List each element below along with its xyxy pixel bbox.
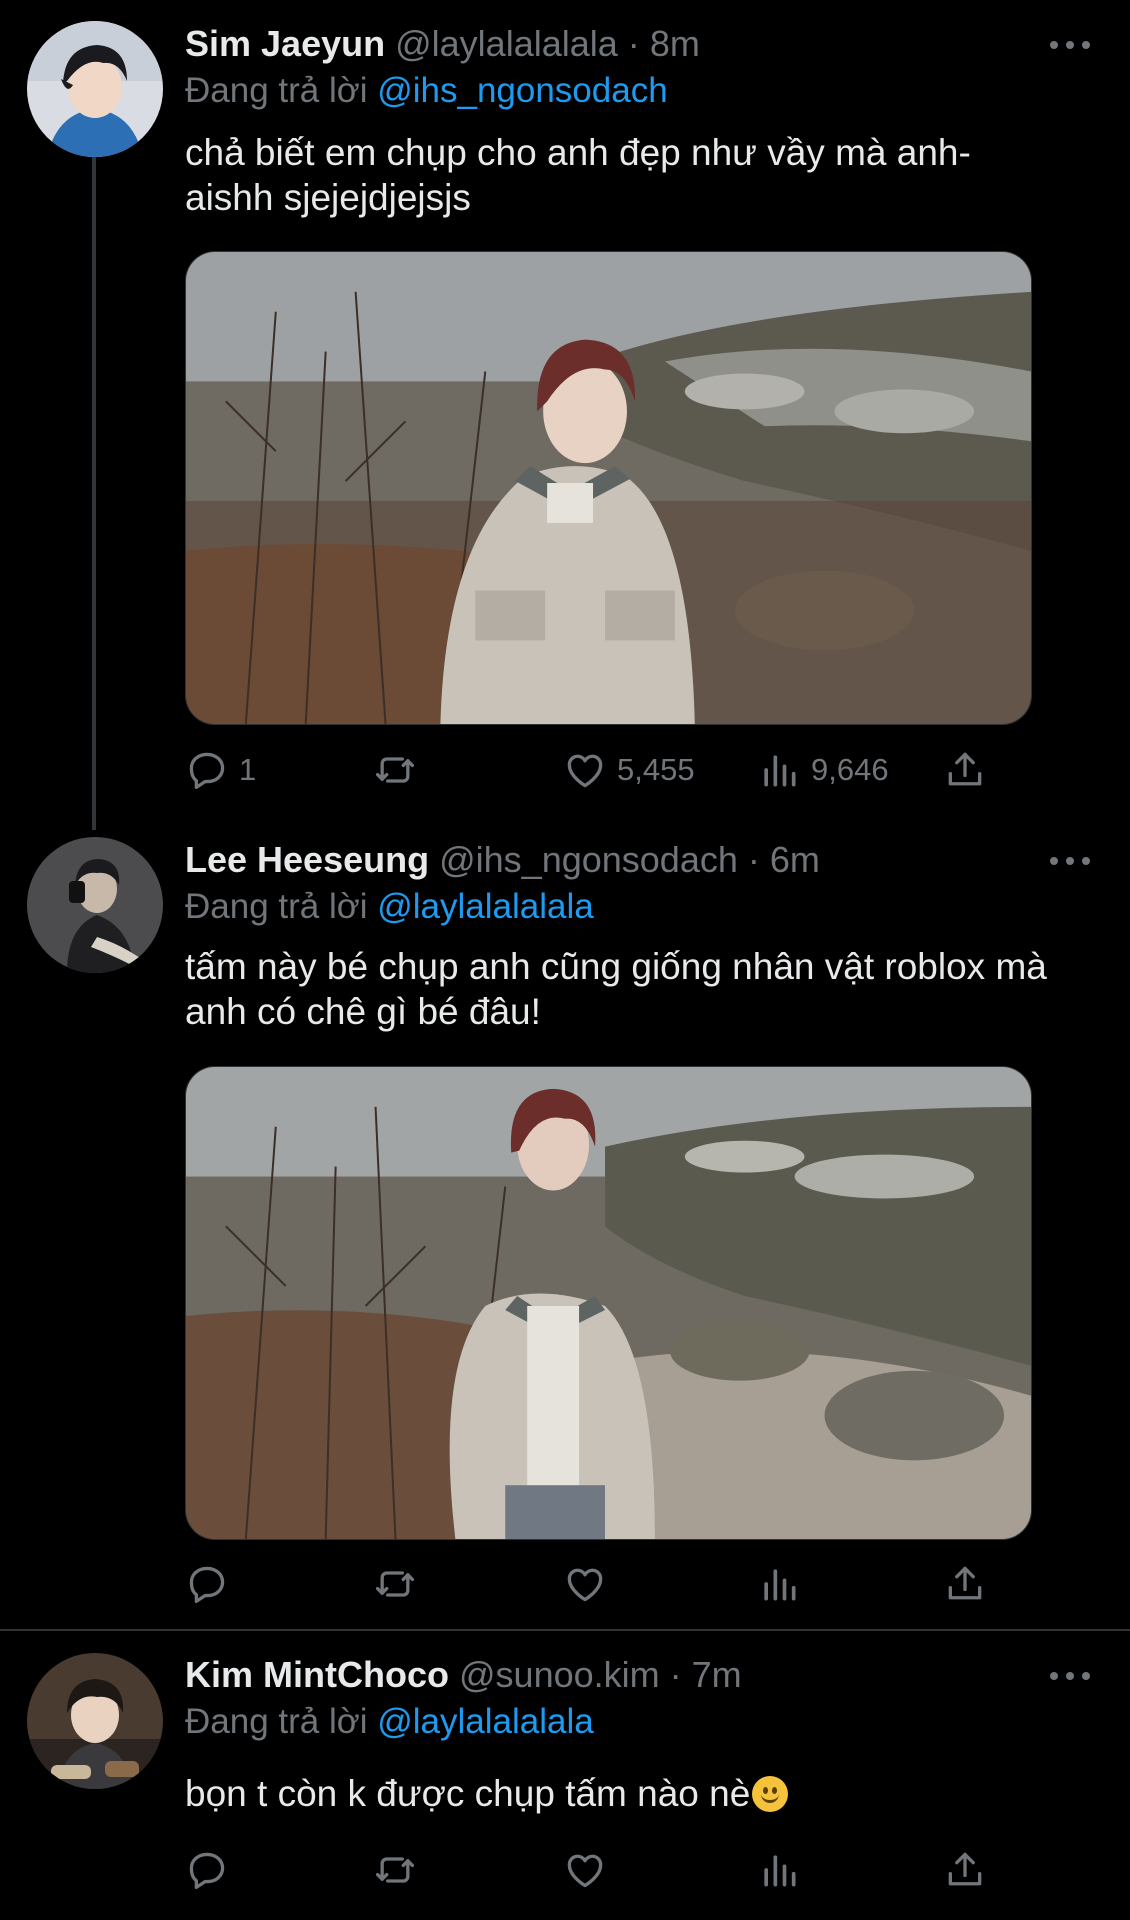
separator-dot: · [669, 1654, 682, 1695]
retweet-icon [375, 1571, 415, 1597]
avatar[interactable] [27, 837, 163, 973]
tweet-text-line: bọn t còn k được chụp tấm nào nè [185, 1773, 751, 1814]
reply-button[interactable] [185, 1559, 239, 1609]
reply-button[interactable] [185, 1845, 239, 1895]
avatar[interactable] [27, 21, 163, 157]
views-count: 9,646 [811, 752, 889, 787]
reply-context: Đang trả lời @laylalalalala [185, 1699, 594, 1745]
separator-dot: · [747, 839, 760, 880]
tweet-text-line: anh có chê gì bé đâu! [185, 991, 541, 1032]
timestamp[interactable]: 6m [770, 839, 820, 880]
reply-button[interactable]: 1 [185, 745, 256, 795]
reply-prefix: Đang trả lời [185, 71, 368, 110]
more-icon[interactable] [1050, 1664, 1090, 1688]
like-button[interactable] [563, 1559, 617, 1609]
share-icon [948, 1852, 982, 1886]
more-icon[interactable] [1050, 33, 1090, 57]
share-button[interactable] [943, 1559, 987, 1609]
retweet-icon [375, 757, 415, 783]
retweet-button[interactable] [373, 1845, 427, 1895]
reply-mention-link[interactable]: @laylalalalala [377, 1702, 593, 1741]
tweet-actions: 1 5,455 9,646 [185, 745, 985, 795]
reply-icon [189, 1566, 225, 1604]
timestamp[interactable]: 7m [692, 1654, 742, 1695]
views-button[interactable]: 9,646 [757, 745, 889, 795]
tweet-photo[interactable] [185, 1066, 1032, 1540]
share-button[interactable] [943, 745, 987, 795]
tweet[interactable]: Sim Jaeyun @laylalalalala · 8m Đang trả … [0, 0, 1130, 815]
reply-prefix: Đang trả lời [185, 1702, 368, 1741]
tweet-text-line: tấm này bé chụp anh cũng giống nhân vật … [185, 946, 1047, 987]
reply-mention-link[interactable]: @laylalalalala [377, 887, 593, 926]
views-button[interactable] [757, 1845, 811, 1895]
tweet-text-line: aishh sjejejdjejsjs [185, 177, 471, 218]
share-icon [948, 1566, 982, 1600]
share-button[interactable] [943, 1845, 987, 1895]
reply-icon [189, 1852, 225, 1890]
display-name[interactable]: Sim Jaeyun [185, 23, 385, 64]
user-handle[interactable]: @ihs_ngonsodach [439, 839, 738, 880]
views-icon [764, 755, 796, 787]
retweet-icon [375, 1857, 415, 1883]
user-handle[interactable]: @laylalalalala [395, 23, 618, 64]
views-icon [764, 1569, 796, 1601]
tweet-header: Lee Heeseung @ihs_ngonsodach · 6m [185, 838, 820, 882]
tweet-header: Kim MintChoco @sunoo.kim · 7m [185, 1653, 742, 1697]
reply-context: Đang trả lời @ihs_ngonsodach [185, 68, 668, 114]
views-button[interactable] [757, 1559, 811, 1609]
tweet-thread: Sim Jaeyun @laylalalalala · 8m Đang trả … [0, 0, 1130, 1920]
tweet-header: Sim Jaeyun @laylalalalala · 8m [185, 22, 700, 66]
separator-dot: · [627, 23, 640, 64]
slightly-smiling-face-icon [752, 1776, 789, 1812]
like-icon [567, 754, 603, 788]
user-handle[interactable]: @sunoo.kim [459, 1654, 660, 1695]
like-count: 5,455 [617, 752, 695, 787]
tweet-text: chả biết em chụp cho anh đẹp như vầy mà … [185, 130, 1105, 220]
retweet-button[interactable] [373, 1559, 427, 1609]
tweet-text-line: chả biết em chụp cho anh đẹp như vầy mà … [185, 132, 971, 173]
reply-prefix: Đang trả lời [185, 887, 368, 926]
tweet-actions [185, 1559, 985, 1609]
more-icon[interactable] [1050, 849, 1090, 873]
tweet[interactable]: Kim MintChoco @sunoo.kim · 7m Đang trả l… [0, 1631, 1130, 1920]
share-icon [948, 752, 982, 786]
like-icon [567, 1568, 603, 1602]
like-icon [567, 1854, 603, 1888]
like-button[interactable] [563, 1845, 617, 1895]
reply-mention-link[interactable]: @ihs_ngonsodach [377, 71, 667, 110]
tweet-text: bọn t còn k được chụp tấm nào nè [185, 1771, 1105, 1816]
tweet-photo[interactable] [185, 251, 1032, 725]
reply-count: 1 [239, 752, 257, 787]
display-name[interactable]: Kim MintChoco [185, 1654, 449, 1695]
retweet-button[interactable] [373, 745, 427, 795]
display-name[interactable]: Lee Heeseung [185, 839, 429, 880]
tweet[interactable]: Lee Heeseung @ihs_ngonsodach · 6m Đang t… [0, 815, 1130, 1630]
reply-icon [189, 752, 225, 790]
like-button[interactable]: 5,455 [563, 745, 695, 795]
reply-context: Đang trả lời @laylalalalala [185, 884, 594, 930]
timestamp[interactable]: 8m [650, 23, 700, 64]
avatar[interactable] [27, 1653, 163, 1789]
tweet-text: tấm này bé chụp anh cũng giống nhân vật … [185, 944, 1105, 1034]
tweet-actions [185, 1845, 985, 1895]
views-icon [764, 1855, 796, 1887]
